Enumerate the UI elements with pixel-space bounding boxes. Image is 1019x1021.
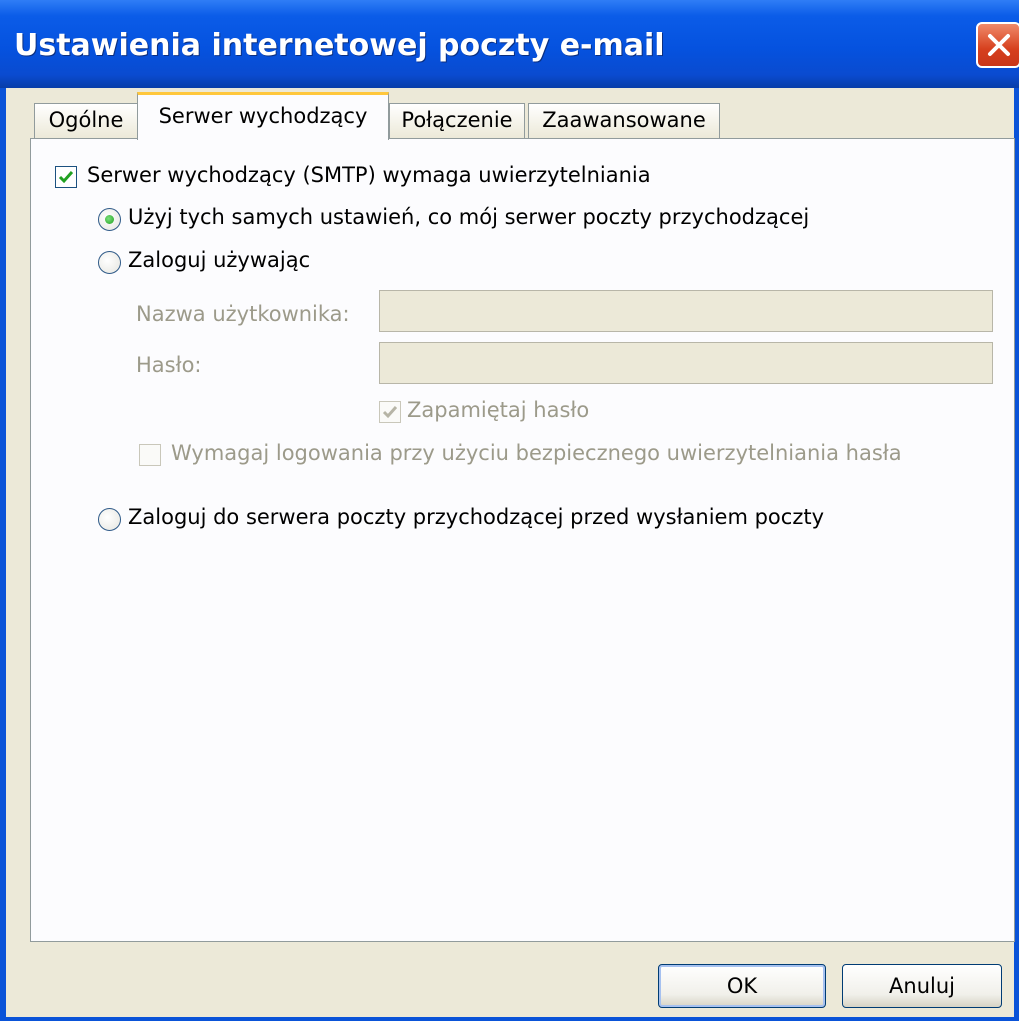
remember-password-checkbox[interactable] — [379, 401, 401, 423]
tab-general[interactable]: Ogólne — [34, 103, 138, 138]
log-on-using-label: Zaloguj używając — [128, 248, 311, 272]
username-input[interactable] — [379, 290, 993, 332]
checkmark-icon — [382, 406, 398, 419]
close-icon — [988, 34, 1010, 56]
same-settings-label: Użyj tych samych ustawień, co mój serwer… — [128, 205, 810, 229]
window-title: Ustawienia internetowej poczty e-mail — [14, 28, 665, 63]
cancel-button[interactable]: Anuluj — [842, 964, 1002, 1008]
tab-label: Ogólne — [48, 108, 124, 132]
smtp-auth-label: Serwer wychodzący (SMTP) wymaga uwierzyt… — [87, 163, 651, 187]
close-button[interactable] — [976, 22, 1019, 68]
tab-label: Serwer wychodzący — [158, 104, 368, 128]
ok-button[interactable]: OK — [658, 964, 826, 1008]
title-bar[interactable]: Ustawienia internetowej poczty e-mail — [0, 0, 1019, 88]
log-on-before-send-radio[interactable] — [98, 508, 121, 531]
tab-label: Połączenie — [401, 108, 513, 132]
log-on-using-radio[interactable] — [98, 251, 121, 274]
log-on-before-send-label: Zaloguj do serwera poczty przychodzącej … — [128, 505, 825, 529]
password-label: Hasło: — [136, 353, 202, 377]
require-spa-checkbox[interactable] — [139, 444, 161, 466]
dialog-window: Ustawienia internetowej poczty e-mail Og… — [0, 0, 1019, 1021]
password-input[interactable] — [379, 342, 993, 384]
tab-panel: Serwer wychodzący (SMTP) wymaga uwierzyt… — [30, 138, 1015, 942]
checkmark-icon — [58, 171, 74, 184]
same-settings-radio[interactable] — [98, 208, 121, 231]
tab-connection[interactable]: Połączenie — [389, 103, 525, 138]
tab-label: Zaawansowane — [542, 108, 706, 132]
tab-advanced[interactable]: Zaawansowane — [528, 103, 720, 138]
smtp-auth-checkbox[interactable] — [55, 166, 77, 188]
tab-outgoing-server[interactable]: Serwer wychodzący — [137, 92, 389, 140]
require-spa-label: Wymagaj logowania przy użyciu bezpieczne… — [171, 441, 902, 465]
remember-password-label: Zapamiętaj hasło — [407, 398, 590, 422]
radio-selected-dot — [105, 215, 114, 224]
username-label: Nazwa użytkownika: — [136, 302, 350, 326]
